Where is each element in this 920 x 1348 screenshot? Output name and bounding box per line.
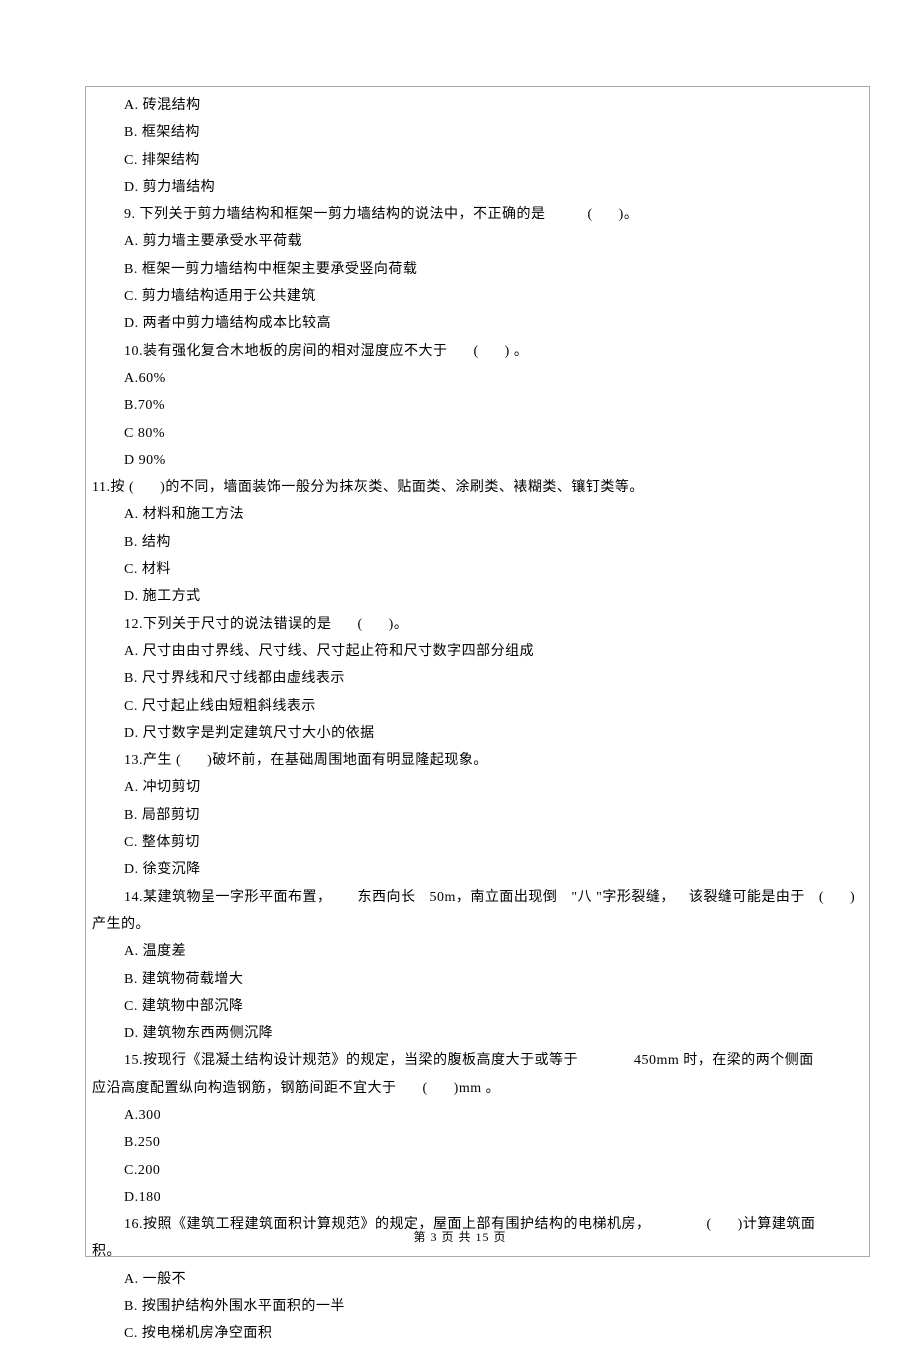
q12-option-a: A. 尺寸由由寸界线、尺寸线、尺寸起止符和尺寸数字四部分组成 (92, 638, 860, 665)
q14-f: ( (819, 890, 824, 905)
q12-option-c: C. 尺寸起止线由短粗斜线表示 (92, 693, 860, 720)
q13-option-d: D. 徐变沉降 (92, 856, 860, 883)
q8-option-b: B. 框架结构 (92, 119, 860, 146)
q15-option-a: A.300 (92, 1102, 860, 1129)
q9-option-b: B. 框架一剪力墙结构中框架主要承受竖向荷载 (92, 256, 860, 283)
q12-blank-close: )。 (389, 617, 409, 632)
q14-option-c: C. 建筑物中部沉降 (92, 993, 860, 1020)
q15-2c: )mm 。 (454, 1081, 500, 1096)
q15-option-c: C.200 (92, 1157, 860, 1184)
q15-stem-line2: 应沿高度配置纵向构造钢筋，钢筋间距不宜大于 ( )mm 。 (92, 1075, 860, 1102)
q11-option-c: C. 材料 (92, 556, 860, 583)
q8-option-c: C. 排架结构 (92, 147, 860, 174)
q12-blank-open: ( (358, 617, 363, 632)
q11-option-a: A. 材料和施工方法 (92, 501, 860, 528)
q13-stem-b: )破坏前，在基础周围地面有明显隆起现象。 (207, 753, 488, 768)
q9-option-a: A. 剪力墙主要承受水平荷载 (92, 228, 860, 255)
q15-2b: ( (423, 1081, 428, 1096)
q15-option-b: B.250 (92, 1129, 860, 1156)
q12-stem-text: 12.下列关于尺寸的说法错误的是 (124, 617, 332, 632)
q15-option-d: D.180 (92, 1184, 860, 1211)
q13-option-c: C. 整体剪切 (92, 829, 860, 856)
q9-option-c: C. 剪力墙结构适用于公共建筑 (92, 283, 860, 310)
q10-option-c: C 80% (92, 420, 860, 447)
q11-stem-b: )的不同，墙面装饰一般分为抹灰类、贴面类、涂刷类、裱糊类、镶钉类等。 (160, 480, 644, 495)
q11-option-b: B. 结构 (92, 529, 860, 556)
q10-option-b: B.70% (92, 392, 860, 419)
q14-g: ) (850, 890, 855, 905)
footer-a: 第 (413, 1230, 426, 1244)
footer-page-total: 15 (476, 1230, 490, 1244)
q9-stem-text: 9. 下列关于剪力墙结构和框架一剪力墙结构的说法中，不正确的是 (124, 207, 546, 222)
page-footer: 第 3 页 共 15 页 (0, 1228, 920, 1245)
q13-option-b: B. 局部剪切 (92, 802, 860, 829)
q14-option-d: D. 建筑物东西两侧沉降 (92, 1020, 860, 1047)
q10-stem-text: 10.装有强化复合木地板的房间的相对湿度应不大于 (124, 344, 448, 359)
q10-stem: 10.装有强化复合木地板的房间的相对湿度应不大于 ( ) 。 (92, 338, 860, 365)
q14-b: 东西向长 (358, 890, 416, 905)
q10-option-a: A.60% (92, 365, 860, 392)
q11-stem: 11.按 ( )的不同，墙面装饰一般分为抹灰类、贴面类、涂刷类、裱糊类、镶钉类等。 (92, 474, 860, 501)
q13-option-a: A. 冲切剪切 (92, 774, 860, 801)
q16-option-b: B. 按围护结构外围水平面积的一半 (92, 1293, 860, 1320)
q11-stem-a: 11.按 ( (92, 480, 134, 495)
q8-option-d: D. 剪力墙结构 (92, 174, 860, 201)
q9-blank-close: )。 (619, 207, 639, 222)
document-content: A. 砖混结构 B. 框架结构 C. 排架结构 D. 剪力墙结构 9. 下列关于… (92, 92, 860, 1348)
q15-2a: 应沿高度配置纵向构造钢筋，钢筋间距不宜大于 (92, 1081, 397, 1096)
q14-a: 14.某建筑物呈一字形平面布置， (124, 890, 332, 905)
q14-stem-line1: 14.某建筑物呈一字形平面布置， 东西向长 50m，南立面出现倒 "八 "字形裂缝， 该… (92, 884, 860, 911)
q15-b: 450mm 时，在梁的两个侧面 (634, 1053, 814, 1068)
q13-stem: 13.产生 ( )破坏前，在基础周围地面有明显隆起现象。 (92, 747, 860, 774)
footer-e: 页 (494, 1230, 507, 1244)
q13-stem-a: 13.产生 ( (124, 753, 181, 768)
q14-c: 50m，南立面出现倒 (430, 890, 558, 905)
q9-stem: 9. 下列关于剪力墙结构和框架一剪力墙结构的说法中，不正确的是 ( )。 (92, 201, 860, 228)
q8-option-a: A. 砖混结构 (92, 92, 860, 119)
q12-option-d: D. 尺寸数字是判定建筑尺寸大小的依据 (92, 720, 860, 747)
q12-option-b: B. 尺寸界线和尺寸线都由虚线表示 (92, 665, 860, 692)
q14-option-a: A. 温度差 (92, 938, 860, 965)
q12-stem: 12.下列关于尺寸的说法错误的是 ( )。 (92, 611, 860, 638)
q14-stem-line2: 产生的。 (92, 911, 860, 938)
q10-blank-close: ) 。 (505, 344, 529, 359)
q10-blank-open: ( (474, 344, 479, 359)
q14-option-b: B. 建筑物荷载增大 (92, 966, 860, 993)
footer-page-current: 3 (430, 1230, 437, 1244)
q11-option-d: D. 施工方式 (92, 583, 860, 610)
q9-blank-open: ( (588, 207, 593, 222)
q15-a: 15.按现行《混凝土结构设计规范》的规定，当梁的腹板高度大于或等于 (124, 1053, 578, 1068)
q16-option-a: A. 一般不 (92, 1266, 860, 1293)
q15-stem-line1: 15.按现行《混凝土结构设计规范》的规定，当梁的腹板高度大于或等于 450mm 时… (92, 1047, 860, 1074)
q14-e: 该裂缝可能是由于 (689, 890, 805, 905)
footer-c: 页 共 (441, 1230, 471, 1244)
q10-option-d: D 90% (92, 447, 860, 474)
q16-option-c: C. 按电梯机房净空面积 (92, 1320, 860, 1347)
q9-option-d: D. 两者中剪力墙结构成本比较高 (92, 310, 860, 337)
q14-d: "八 "字形裂缝， (571, 890, 674, 905)
